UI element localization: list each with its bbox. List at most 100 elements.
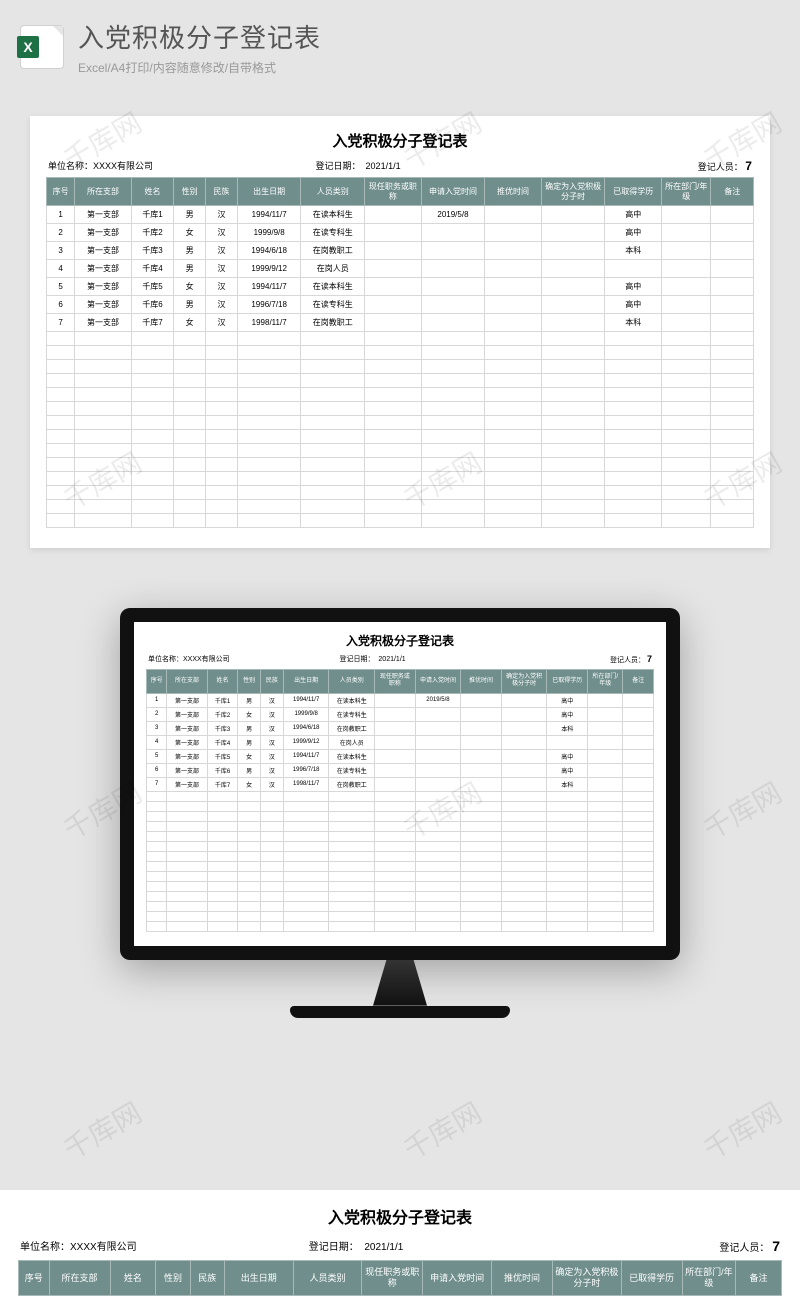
table-cell	[461, 707, 502, 721]
table-cell: 男	[174, 260, 206, 278]
table-row-empty	[147, 871, 654, 881]
table-cell: 第一支部	[167, 721, 208, 735]
table-row: 5第一支部千库5女汉1994/11/7在读本科生高中	[147, 749, 654, 763]
table-cell: 高中	[547, 693, 588, 707]
table-cell: 汉	[206, 224, 238, 242]
watermark: 千库网	[696, 772, 789, 849]
table-cell	[365, 278, 422, 296]
table-cell	[623, 721, 654, 735]
column-header: 推优时间	[491, 1261, 552, 1296]
table-cell	[661, 224, 710, 242]
registration-table: 序号所在支部姓名性别民族出生日期人员类别现任职务或职称申请入党时间推优时间确定为…	[46, 177, 754, 528]
column-header: 已取得学历	[621, 1261, 682, 1296]
table-row: 4第一支部千库4男汉1999/9/12在岗人员	[47, 260, 754, 278]
table-cell	[421, 278, 485, 296]
table-cell	[375, 735, 416, 749]
column-header: 备注	[736, 1261, 782, 1296]
table-row-empty	[47, 472, 754, 486]
table-row: 4第一支部千库4男汉1999/9/12在岗人员	[147, 735, 654, 749]
table-cell: 6	[47, 296, 75, 314]
table-row-empty	[47, 360, 754, 374]
table-cell	[661, 314, 710, 332]
table-cell: 高中	[547, 707, 588, 721]
column-header: 所在部门/年级	[661, 178, 710, 206]
table-cell: 7	[47, 314, 75, 332]
table-cell	[421, 314, 485, 332]
table-cell: 2019/5/8	[415, 693, 461, 707]
sheet-meta: 单位名称：XXXX有限公司 登记日期： 2021/1/1 登记人员： 7	[146, 654, 654, 665]
table-cell	[711, 206, 754, 224]
monitor-base	[290, 1006, 510, 1018]
table-cell: 千库6	[207, 763, 237, 777]
table-cell: 千库3	[131, 242, 173, 260]
table-cell: 本科	[605, 314, 662, 332]
column-header: 备注	[623, 670, 654, 693]
column-header: 性别	[238, 670, 261, 693]
monitor-stand	[355, 960, 445, 1006]
table-cell	[375, 749, 416, 763]
column-header: 民族	[261, 670, 284, 693]
table-cell: 高中	[605, 278, 662, 296]
column-header: 推优时间	[461, 670, 502, 693]
table-row: 3第一支部千库3男汉1994/6/18在岗教职工本科	[147, 721, 654, 735]
table-cell: 第一支部	[167, 693, 208, 707]
table-cell	[375, 763, 416, 777]
table-cell: 6	[147, 763, 167, 777]
table-cell	[485, 296, 542, 314]
table-cell	[461, 749, 502, 763]
table-cell: 第一支部	[75, 206, 132, 224]
table-cell	[485, 314, 542, 332]
column-header: 确定为入党积极分子时	[541, 178, 605, 206]
table-cell: 在岗人员	[301, 260, 365, 278]
table-cell: 汉	[261, 707, 284, 721]
table-cell: 男	[238, 721, 261, 735]
table-cell	[421, 296, 485, 314]
table-cell: 在岗人员	[329, 735, 375, 749]
sheet-meta: 单位名称：XXXX有限公司 登记日期： 2021/1/1 登记人员： 7	[18, 1238, 782, 1254]
table-row-empty	[147, 801, 654, 811]
table-cell: 高中	[547, 763, 588, 777]
table-cell: 汉	[261, 693, 284, 707]
table-row-empty	[147, 831, 654, 841]
table-cell: 第一支部	[167, 749, 208, 763]
table-cell	[415, 721, 461, 735]
registration-table: 序号所在支部姓名性别民族出生日期人员类别现任职务或职称申请入党时间推优时间确定为…	[146, 669, 654, 931]
table-cell	[415, 749, 461, 763]
table-cell: 1999/9/8	[283, 707, 329, 721]
table-row-empty	[47, 402, 754, 416]
table-cell: 1998/11/7	[283, 777, 329, 791]
table-cell: 1994/11/7	[283, 749, 329, 763]
table-row-empty	[47, 430, 754, 444]
table-row-empty	[47, 514, 754, 528]
table-cell	[623, 749, 654, 763]
table-cell	[415, 707, 461, 721]
column-header: 民族	[190, 1261, 224, 1296]
table-cell	[365, 224, 422, 242]
column-header: 民族	[206, 178, 238, 206]
table-cell: 千库2	[207, 707, 237, 721]
column-header: 姓名	[110, 1261, 156, 1296]
table-cell	[415, 763, 461, 777]
sheet-title: 入党积极分子登记表	[146, 632, 654, 649]
table-cell: 第一支部	[75, 296, 132, 314]
table-cell: 高中	[547, 749, 588, 763]
column-header: 序号	[19, 1261, 50, 1296]
table-cell: 3	[147, 721, 167, 735]
table-cell	[365, 314, 422, 332]
table-cell: 5	[147, 749, 167, 763]
table-cell: 在读本科生	[329, 693, 375, 707]
column-header: 申请入党时间	[421, 178, 485, 206]
table-cell: 高中	[605, 224, 662, 242]
table-cell	[365, 296, 422, 314]
table-cell: 男	[174, 296, 206, 314]
table-cell: 女	[174, 314, 206, 332]
monitor-mockup: 入党积极分子登记表 单位名称：XXXX有限公司 登记日期： 2021/1/1 登…	[120, 608, 680, 1017]
table-cell	[711, 242, 754, 260]
table-cell: 1998/11/7	[237, 314, 301, 332]
column-header: 已取得学历	[605, 178, 662, 206]
table-cell: 高中	[605, 296, 662, 314]
table-row-empty	[47, 388, 754, 402]
table-row: 7第一支部千库7女汉1998/11/7在岗教职工本科	[147, 777, 654, 791]
table-cell	[587, 707, 622, 721]
table-cell: 2	[147, 707, 167, 721]
